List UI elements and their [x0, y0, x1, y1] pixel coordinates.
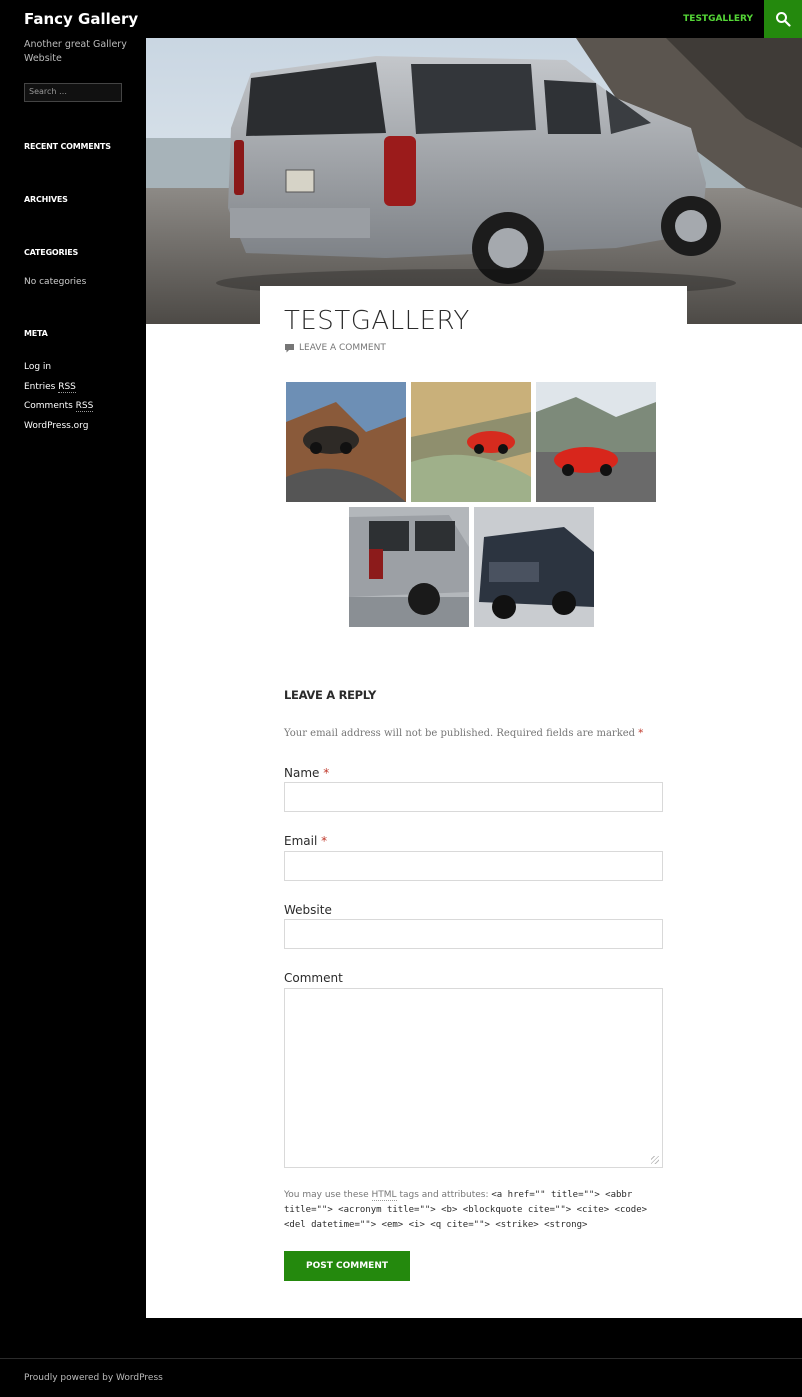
reply-title: LEAVE A REPLY [284, 688, 377, 702]
meta-link-entries-rss[interactable]: Entries RSS [24, 378, 93, 398]
site-title[interactable]: Fancy Gallery [24, 10, 138, 28]
email-label: Email * [284, 834, 327, 848]
categories-empty-text: No categories [24, 277, 87, 287]
gallery-thumbnail[interactable] [411, 382, 531, 502]
site-footer: Proudly powered by WordPress [0, 1358, 802, 1397]
comment-bubble-icon [285, 344, 294, 353]
allowed-tags-note: You may use these HTML tags and attribut… [284, 1188, 664, 1233]
comment-notes: Your email address will not be published… [284, 728, 643, 739]
site-tagline: Another great Gallery Website [24, 39, 127, 64]
meta-list: Log in Entries RSS Comments RSS WordPres… [24, 358, 94, 437]
post-title: TESTGALLERY [284, 306, 470, 336]
meta-link-label: Entries [24, 381, 59, 392]
required-mark: * [321, 834, 328, 848]
gallery-thumbnail[interactable] [286, 382, 406, 502]
allowed-prefix: You may use these [284, 1190, 369, 1200]
rss-abbr: RSS [58, 381, 76, 393]
resize-grip-icon[interactable] [651, 1156, 659, 1164]
masthead: Fancy Gallery TESTGALLERY [0, 0, 802, 38]
main-content: TESTGALLERY LEAVE A COMMENT LEAVE A REPL… [146, 38, 802, 1318]
sidebar: Another great Gallery Website Search … R… [0, 38, 146, 1318]
required-mark: * [323, 766, 330, 780]
comment-label: Comment [284, 971, 343, 985]
meta-link-label: Comments [24, 401, 76, 411]
entry-header: TESTGALLERY [260, 286, 687, 346]
widget-title-meta: META [24, 329, 48, 338]
name-field[interactable] [284, 782, 663, 812]
rss-abbr: RSS [75, 401, 94, 412]
gallery-thumbnail[interactable] [474, 507, 594, 627]
widget-title-archives: ARCHIVES [24, 195, 68, 204]
footer-credit-link[interactable]: Proudly powered by WordPress [24, 1373, 163, 1383]
featured-image [146, 38, 802, 324]
meta-link-comments-rss[interactable]: Comments RSS [24, 397, 94, 417]
html-abbr: HTML [371, 1190, 397, 1201]
leave-comment-label: LEAVE A COMMENT [299, 343, 386, 353]
name-label-text: Name [284, 766, 320, 780]
required-mark: * [638, 728, 644, 739]
comment-notes-text: Your email address will not be published… [284, 728, 636, 739]
leave-comment-link[interactable]: LEAVE A COMMENT [284, 343, 386, 353]
allowed-mid: tags and attributes: [399, 1190, 489, 1200]
widget-title-recent-comments: RECENT COMMENTS [24, 142, 111, 151]
gallery-thumbnail[interactable] [349, 507, 469, 627]
name-label: Name * [284, 766, 329, 780]
meta-link-wordpress[interactable]: WordPress.org [24, 417, 93, 437]
website-field[interactable] [284, 919, 663, 949]
meta-link-label: Log in [24, 362, 52, 372]
email-label-text: Email [284, 834, 318, 848]
website-label: Website [284, 903, 332, 917]
search-icon [776, 12, 791, 27]
search-toggle-button[interactable] [764, 0, 802, 38]
gallery-thumbnail[interactable] [536, 382, 656, 502]
meta-link-label: WordPress.org [24, 420, 89, 431]
comment-textarea[interactable] [284, 988, 663, 1168]
email-field[interactable] [284, 851, 663, 881]
widget-title-categories: CATEGORIES [24, 248, 79, 257]
post-comment-button[interactable]: POST COMMENT [284, 1251, 410, 1281]
sidebar-search-input[interactable]: Search … [24, 83, 122, 102]
meta-link-login[interactable]: Log in [24, 358, 93, 378]
nav-link-testgallery[interactable]: TESTGALLERY [683, 14, 753, 24]
